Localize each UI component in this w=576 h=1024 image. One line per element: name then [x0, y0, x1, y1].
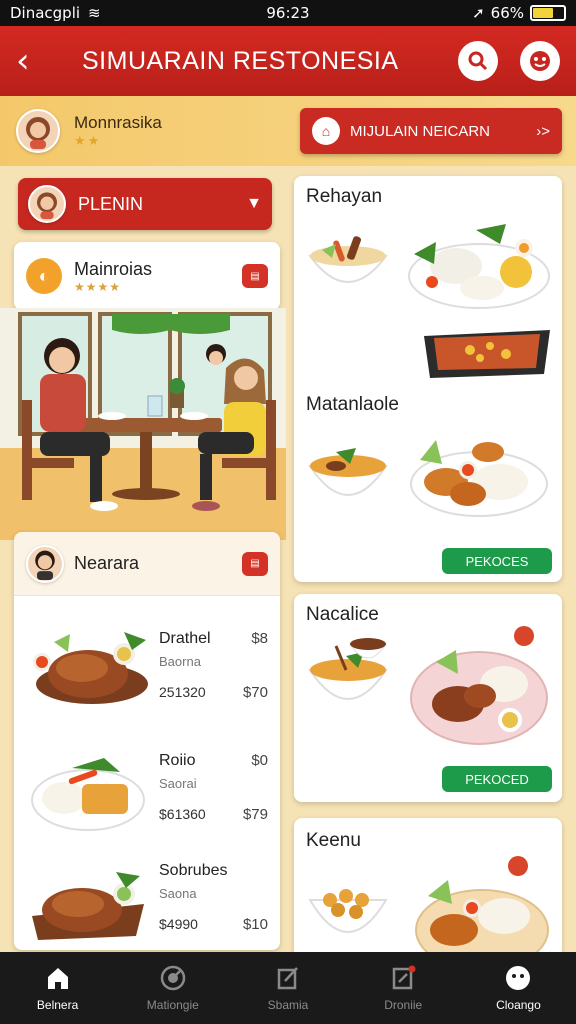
menu-badge-icon[interactable]: ▤ [242, 264, 268, 288]
menu-item-name: Drathel [159, 630, 211, 647]
menu-item-number: 251320 [159, 684, 206, 700]
menu-item-price: $8 [251, 630, 268, 647]
battery-icon [530, 5, 566, 21]
menu-item-number: $61360 [159, 806, 206, 822]
restaurant-logo-icon: ◐ [26, 258, 62, 294]
nav-label: Sbamia [267, 998, 309, 1012]
menu-item-price: $0 [251, 752, 268, 769]
nav-item-belnera[interactable]: Belnera [0, 952, 115, 1024]
menu-item[interactable]: Roiio Saorai $0 $61360 $79 [14, 744, 280, 854]
sizzling-plate-image [424, 330, 550, 378]
fried-chicken-plate-image [415, 852, 549, 958]
carrier-label: Dinacgpli [10, 4, 81, 22]
battery-percent: 66% [490, 4, 524, 22]
bottom-navigation: Belnera Mationgie Sbamia Droniie Cloango [0, 952, 576, 1024]
fried-chicken-plate-image [410, 440, 548, 517]
restaurant-card[interactable]: ◐ Mainroias ★★★★ ▤ [14, 242, 280, 310]
menu-badge-icon[interactable]: ▤ [242, 551, 268, 576]
nav-item-cloango[interactable]: Cloango [461, 952, 576, 1024]
roast-chicken-image [32, 872, 144, 940]
search-button[interactable] [458, 41, 498, 81]
nav-item-sbamia[interactable]: Sbamia [230, 952, 345, 1024]
menu-card: Nearara ▤ Drathel Baorna $8 251320 $70 R… [14, 532, 280, 950]
restaurant-rating: ★★★★ [74, 279, 122, 294]
menu-item-price-alt: $70 [242, 684, 268, 701]
rice-plate-image [31, 758, 145, 831]
card-title: Rehayan [306, 186, 383, 207]
food-category-card[interactable]: Rehayan Matanlaole PEKOCES [294, 176, 562, 582]
menu-item-number: $4990 [159, 916, 198, 932]
plan-dropdown[interactable]: PLENIN ▼ [18, 178, 272, 230]
avatar[interactable] [16, 109, 60, 153]
menu-title: Nearara [74, 553, 140, 573]
card-action-button[interactable]: PEKOCES [442, 548, 552, 574]
dining-scene-image [0, 308, 286, 540]
menu-item-sub: Saorai [159, 776, 197, 791]
arrow-right-icon: ›> [536, 122, 550, 140]
profile-button[interactable] [520, 41, 560, 81]
user-avatar-icon [26, 117, 50, 149]
page-title: SIMUARAIN RESTONESIA [82, 46, 399, 75]
plan-label: PLENIN [78, 193, 144, 214]
menu-item-name: Sobrubes [159, 862, 228, 879]
location-icon: ➚ [472, 4, 485, 22]
main-action-label: MIJULAIN NEICARN [350, 122, 491, 140]
status-bar: Dinacgpli ≋ 96:23 ➚ 66% [0, 0, 576, 26]
card-title: Nacalice [306, 604, 379, 625]
menu-card-header: Nearara ▤ [14, 532, 280, 596]
menu-item[interactable]: Drathel Baorna $8 251320 $70 [14, 622, 280, 732]
card-title: Matanlaole [306, 394, 399, 415]
avatar [26, 544, 64, 583]
nav-item-droniie[interactable]: Droniie [346, 952, 461, 1024]
noodle-bowl-image [308, 448, 388, 496]
roast-chicken-image [33, 632, 148, 704]
search-icon [468, 51, 488, 71]
clock: 96:23 [266, 4, 310, 22]
card-action-button[interactable]: PEKOCED [442, 766, 552, 792]
face-icon [530, 51, 550, 71]
meatball-bowl-image [308, 889, 388, 933]
food-category-card[interactable]: Keenu [294, 818, 562, 958]
restaurant-title: Mainroias [74, 258, 153, 279]
dial-icon [159, 964, 187, 992]
noodle-bowl-image [308, 236, 388, 283]
sauce-bowl-image [349, 638, 387, 659]
user-avatar-icon [37, 192, 57, 219]
doc-icon [389, 964, 417, 992]
menu-item-price-alt: $10 [242, 916, 268, 933]
nav-item-mationgie[interactable]: Mationgie [115, 952, 230, 1024]
user-rating: ★★ [74, 133, 102, 148]
menu-item-name: Roiio [159, 752, 196, 769]
chevron-down-icon: ▼ [246, 195, 262, 212]
nav-label: Belnera [36, 998, 79, 1012]
home-icon [44, 964, 72, 992]
nav-label: Mationgie [146, 998, 199, 1012]
face-icon [504, 964, 532, 992]
back-icon[interactable]: ‹ [16, 41, 66, 81]
menu-item-price-alt: $79 [242, 806, 268, 823]
edit-icon [274, 964, 302, 992]
grilled-plate-image [410, 622, 548, 745]
menu-item-sub: Baorna [159, 654, 201, 669]
nav-label: Droniie [384, 998, 423, 1012]
menu-item-sub: Saona [159, 886, 197, 901]
dining-illustration [0, 308, 286, 540]
main-action-button[interactable]: ⌂ MIJULAIN NEICARN ›> [300, 108, 562, 154]
menu-item[interactable]: Sobrubes Saona $4990 $10 [14, 854, 280, 950]
app-bar: ‹ SIMUARAIN RESTONESIA [0, 26, 576, 96]
chef-avatar-icon [35, 550, 55, 580]
restaurant-icon: ⌂ [312, 117, 340, 145]
nav-label: Cloango [496, 998, 541, 1012]
wifi-icon: ≋ [88, 4, 101, 22]
nasi-plate-image [408, 224, 550, 309]
card-title: Keenu [306, 830, 361, 851]
battery-fill [533, 8, 553, 18]
avatar [28, 185, 66, 223]
user-name: Monnrasika [74, 113, 162, 132]
food-category-card[interactable]: Nacalice PEKOCED [294, 594, 562, 802]
